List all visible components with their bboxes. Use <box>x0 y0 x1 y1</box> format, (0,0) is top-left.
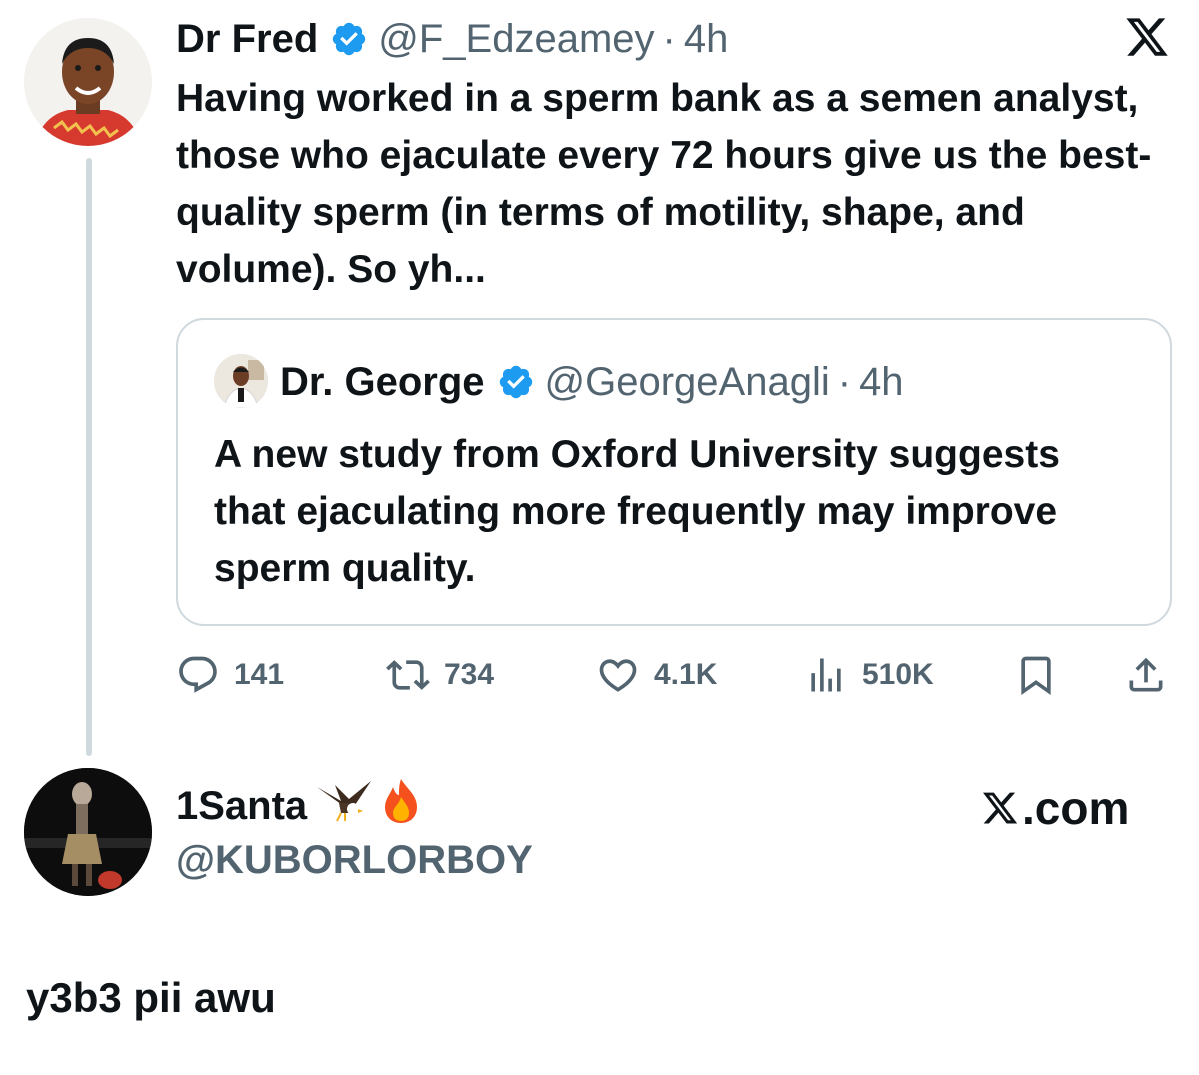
source-label: .com <box>980 780 1129 836</box>
like-icon <box>599 659 637 692</box>
like-count: 4.1K <box>654 658 718 691</box>
reply-icon <box>179 656 217 693</box>
x-logo-icon <box>1122 14 1172 60</box>
separator-dot: · <box>662 16 676 61</box>
tweet-text: Having worked in a sperm bank as a semen… <box>176 77 1152 291</box>
tweet-header: Dr Fred @F_Edzeamey · 4h <box>176 14 728 64</box>
quoted-header: Dr. George @GeorgeAnagli · 4h <box>280 356 904 408</box>
author-handle[interactable]: @F_Edzeamey <box>378 17 654 62</box>
quoted-avatar[interactable] <box>214 354 268 408</box>
bookmark-button[interactable] <box>1014 650 1072 700</box>
repost-button[interactable]: 734 <box>386 650 494 700</box>
share-icon <box>1129 657 1163 692</box>
avatar[interactable] <box>24 18 152 146</box>
views-count: 510K <box>862 658 934 691</box>
reply-author-handle[interactable]: @KUBORLORBOY <box>176 834 533 886</box>
reply-count: 141 <box>234 658 285 691</box>
reply-button[interactable]: 141 <box>176 650 284 700</box>
quoted-timestamp[interactable]: 4h <box>859 360 904 405</box>
quoted-author-handle[interactable]: @GeorgeAnagli <box>545 360 830 405</box>
author-name[interactable]: Dr Fred <box>176 17 318 62</box>
separator-dot: · <box>837 359 852 404</box>
like-button[interactable]: 4.1K <box>596 650 717 700</box>
reply-author-name-text: 1Santa <box>176 783 308 828</box>
quoted-tweet-text: A new study from Oxford University sugge… <box>214 433 1060 590</box>
x-logo-icon <box>982 792 1018 824</box>
share-button[interactable] <box>1124 650 1182 700</box>
repost-count: 734 <box>444 658 495 691</box>
quoted-author-name[interactable]: Dr. George <box>280 360 485 405</box>
verified-badge-icon <box>330 20 368 58</box>
repost-icon <box>386 660 430 690</box>
source-domain: .com <box>1022 782 1130 834</box>
bookmark-icon <box>1021 656 1051 696</box>
eagle-emoji-icon <box>315 779 373 833</box>
timestamp[interactable]: 4h <box>684 17 729 62</box>
fire-emoji-icon <box>381 777 421 835</box>
thread-line <box>86 158 92 756</box>
reply-author-name[interactable]: 1Santa <box>176 778 421 834</box>
reply-text: y3b3 pii awu <box>26 974 276 1021</box>
verified-badge-icon <box>497 363 535 401</box>
views-icon <box>811 658 841 692</box>
views-button[interactable]: 510K <box>804 650 934 700</box>
reply-avatar[interactable] <box>24 768 152 896</box>
